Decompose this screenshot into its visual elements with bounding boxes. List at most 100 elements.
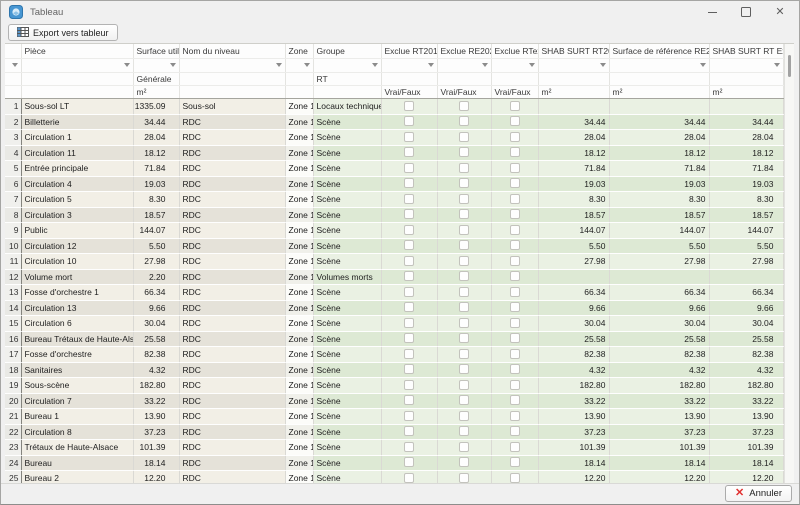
close-button[interactable]: ✕: [763, 1, 797, 23]
cell-shab-surt-rt2012[interactable]: 25.58: [538, 331, 609, 347]
cell-shab-surt-rt-ex[interactable]: 30.04: [709, 316, 783, 332]
cell-nom-du-niveau[interactable]: Sous-sol: [179, 99, 285, 115]
exclue-rtex-checkbox[interactable]: [510, 194, 520, 204]
cell-exclue-re2020[interactable]: [437, 114, 491, 130]
cell-groupe[interactable]: Scène: [313, 393, 381, 409]
cell-piece[interactable]: Circulation 13: [21, 300, 133, 316]
cell-row-number[interactable]: 14: [5, 300, 21, 316]
filter-dropdown-icon[interactable]: [600, 63, 606, 67]
exclue-rt2012-checkbox[interactable]: [404, 473, 414, 483]
cell-exclue-rtex[interactable]: [491, 254, 538, 270]
cell-shab-surt-rt2012[interactable]: 19.03: [538, 176, 609, 192]
cell-surface-reference-re2020[interactable]: 13.90: [609, 409, 709, 425]
filter-dropdown-icon[interactable]: [372, 63, 378, 67]
cell-exclue-rt2012[interactable]: [381, 223, 437, 239]
cell-surface-utile[interactable]: 28.04: [133, 130, 179, 146]
cell-exclue-rtex[interactable]: [491, 440, 538, 456]
header-shab-surt-rt-ex[interactable]: SHAB SURT RT Ex: [709, 44, 783, 59]
cell-groupe[interactable]: Scène: [313, 424, 381, 440]
cell-groupe[interactable]: Scène: [313, 254, 381, 270]
exclue-re2020-checkbox[interactable]: [459, 178, 469, 188]
cell-shab-surt-rt-ex[interactable]: [709, 269, 783, 285]
cell-shab-surt-rt2012[interactable]: 4.32: [538, 362, 609, 378]
filter-dropdown-icon[interactable]: [124, 63, 130, 67]
cell-nom-du-niveau[interactable]: RDC: [179, 300, 285, 316]
cell-piece[interactable]: Circulation 1: [21, 130, 133, 146]
cell-surface-reference-re2020[interactable]: 71.84: [609, 161, 709, 177]
cell-exclue-rt2012[interactable]: [381, 393, 437, 409]
cell-exclue-rt2012[interactable]: [381, 161, 437, 177]
exclue-rt2012-checkbox[interactable]: [404, 411, 414, 421]
cell-exclue-rtex[interactable]: [491, 114, 538, 130]
cell-shab-surt-rt-ex[interactable]: 8.30: [709, 192, 783, 208]
exclue-re2020-checkbox[interactable]: [459, 116, 469, 126]
cell-groupe[interactable]: Scène: [313, 223, 381, 239]
exclue-rtex-checkbox[interactable]: [510, 209, 520, 219]
filter-row-number[interactable]: [5, 59, 21, 73]
cell-exclue-rtex[interactable]: [491, 362, 538, 378]
cell-groupe[interactable]: Scène: [313, 130, 381, 146]
cell-groupe[interactable]: Scène: [313, 316, 381, 332]
header-shab-surt-rt2012[interactable]: SHAB SURT RT2012: [538, 44, 609, 59]
cell-zone[interactable]: Zone 1: [285, 161, 313, 177]
exclue-re2020-checkbox[interactable]: [459, 240, 469, 250]
cell-groupe[interactable]: Scène: [313, 440, 381, 456]
cell-groupe[interactable]: Scène: [313, 192, 381, 208]
filter-dropdown-icon[interactable]: [529, 63, 535, 67]
cell-shab-surt-rt-ex[interactable]: 19.03: [709, 176, 783, 192]
cell-groupe[interactable]: Volumes morts: [313, 269, 381, 285]
cell-nom-du-niveau[interactable]: RDC: [179, 176, 285, 192]
cell-zone[interactable]: Zone 1: [285, 207, 313, 223]
exclue-re2020-checkbox[interactable]: [459, 194, 469, 204]
cell-exclue-rt2012[interactable]: [381, 347, 437, 363]
exclue-rtex-checkbox[interactable]: [510, 426, 520, 436]
cell-exclue-rt2012[interactable]: [381, 300, 437, 316]
exclue-rtex-checkbox[interactable]: [510, 116, 520, 126]
cell-nom-du-niveau[interactable]: RDC: [179, 269, 285, 285]
filter-exclue-rtex[interactable]: [491, 59, 538, 73]
cell-shab-surt-rt2012[interactable]: 144.07: [538, 223, 609, 239]
exclue-rtex-checkbox[interactable]: [510, 411, 520, 421]
exclue-rtex-checkbox[interactable]: [510, 147, 520, 157]
cell-surface-reference-re2020[interactable]: 33.22: [609, 393, 709, 409]
exclue-rtex-checkbox[interactable]: [510, 395, 520, 405]
header-zone[interactable]: Zone: [285, 44, 313, 59]
cell-surface-reference-re2020[interactable]: 18.12: [609, 145, 709, 161]
cell-exclue-rt2012[interactable]: [381, 145, 437, 161]
cell-exclue-re2020[interactable]: [437, 192, 491, 208]
cell-shab-surt-rt-ex[interactable]: 71.84: [709, 161, 783, 177]
cell-exclue-re2020[interactable]: [437, 455, 491, 471]
cell-row-number[interactable]: 9: [5, 223, 21, 239]
cell-exclue-rt2012[interactable]: [381, 378, 437, 394]
cell-row-number[interactable]: 2: [5, 114, 21, 130]
cell-surface-reference-re2020[interactable]: 34.44: [609, 114, 709, 130]
cell-groupe[interactable]: Scène: [313, 176, 381, 192]
cell-nom-du-niveau[interactable]: RDC: [179, 362, 285, 378]
cell-row-number[interactable]: 18: [5, 362, 21, 378]
cell-exclue-rtex[interactable]: [491, 161, 538, 177]
exclue-rt2012-checkbox[interactable]: [404, 132, 414, 142]
cell-shab-surt-rt2012[interactable]: 101.39: [538, 440, 609, 456]
cell-exclue-rt2012[interactable]: [381, 99, 437, 115]
cell-exclue-rtex[interactable]: [491, 393, 538, 409]
cell-exclue-rtex[interactable]: [491, 347, 538, 363]
cell-exclue-rt2012[interactable]: [381, 424, 437, 440]
cell-shab-surt-rt-ex[interactable]: 13.90: [709, 409, 783, 425]
exclue-rt2012-checkbox[interactable]: [404, 178, 414, 188]
cell-surface-reference-re2020[interactable]: 144.07: [609, 223, 709, 239]
cell-exclue-rt2012[interactable]: [381, 176, 437, 192]
filter-groupe[interactable]: [313, 59, 381, 73]
cell-piece[interactable]: Circulation 10: [21, 254, 133, 270]
cell-surface-utile[interactable]: 27.98: [133, 254, 179, 270]
exclue-rt2012-checkbox[interactable]: [404, 426, 414, 436]
cell-shab-surt-rt-ex[interactable]: 34.44: [709, 114, 783, 130]
cell-groupe[interactable]: Scène: [313, 378, 381, 394]
cell-surface-reference-re2020[interactable]: 18.14: [609, 455, 709, 471]
filter-dropdown-icon[interactable]: [276, 63, 282, 67]
cell-exclue-re2020[interactable]: [437, 316, 491, 332]
cell-exclue-re2020[interactable]: [437, 161, 491, 177]
exclue-rtex-checkbox[interactable]: [510, 349, 520, 359]
filter-dropdown-icon[interactable]: [12, 63, 18, 67]
cell-surface-utile[interactable]: 25.58: [133, 331, 179, 347]
cell-piece[interactable]: Circulation 12: [21, 238, 133, 254]
